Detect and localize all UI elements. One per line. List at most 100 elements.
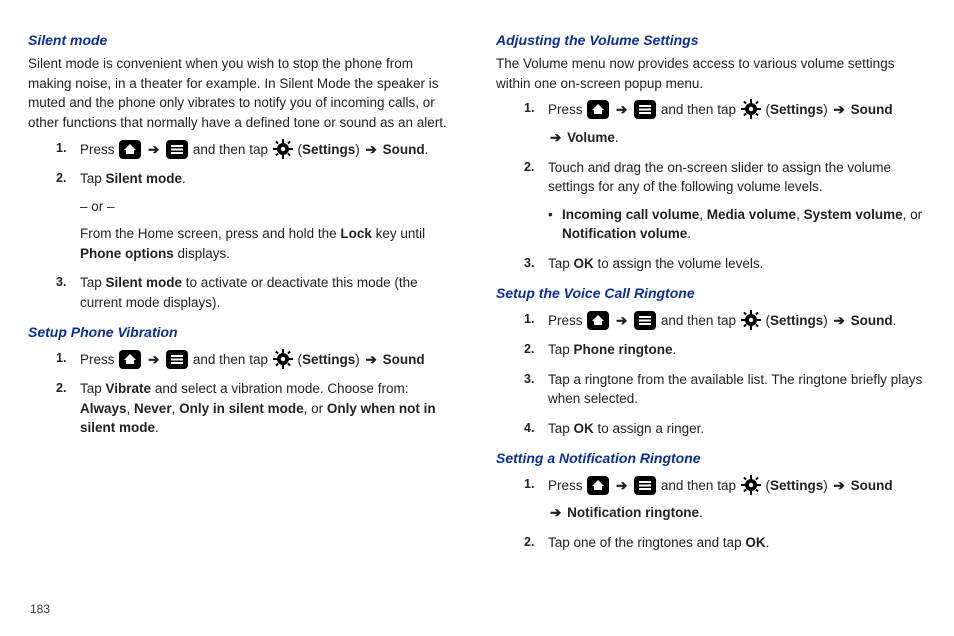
and-then-tap-label: and then tap — [193, 352, 268, 367]
text: . — [182, 171, 186, 186]
volume-steps: Press ➔ and then tap (Settings) ➔ Sound … — [496, 99, 924, 273]
text: Tap — [80, 171, 106, 186]
menu-icon — [166, 350, 188, 369]
text: Tap one of the ringtones and tap — [548, 535, 745, 550]
arrow-icon: ➔ — [834, 478, 845, 493]
home-icon — [587, 311, 609, 330]
comma: , — [172, 401, 180, 416]
sound-label: Sound — [383, 142, 425, 157]
opt-notification: Notification volume — [562, 226, 687, 241]
press-label: Press — [548, 313, 583, 328]
and-then-tap-label: and then tap — [661, 313, 736, 328]
opt-media: Media volume — [707, 207, 796, 222]
sound-label: Sound — [851, 102, 893, 117]
settings-label: Settings — [770, 102, 823, 117]
text: displays. — [174, 246, 230, 261]
menu-icon — [634, 100, 656, 119]
text: Tap — [548, 421, 574, 436]
sound-label: Sound — [851, 478, 893, 493]
silent-mode-label: Silent mode — [106, 275, 183, 290]
heading-silent-mode: Silent mode — [28, 30, 456, 50]
opt-never: Never — [134, 401, 172, 416]
comma: , — [127, 401, 135, 416]
heading-volume: Adjusting the Volume Settings — [496, 30, 924, 50]
arrow-icon: ➔ — [366, 142, 377, 157]
text: Tap a ringtone from the available list. … — [548, 372, 922, 407]
vibration-steps: Press ➔ and then tap (Settings) ➔ Sound … — [28, 349, 456, 438]
settings-label: Settings — [770, 313, 823, 328]
heading-notification-ringtone: Setting a Notification Ringtone — [496, 448, 924, 468]
text: Touch and drag the on-screen slider to a… — [548, 160, 891, 195]
voice-step-4: Tap OK to assign a ringer. — [524, 419, 924, 439]
volume-step-1: Press ➔ and then tap (Settings) ➔ Sound … — [524, 99, 924, 147]
press-label: Press — [80, 142, 115, 157]
silent-mode-label: Silent mode — [106, 171, 183, 186]
settings-label: Settings — [302, 142, 355, 157]
right-column: Adjusting the Volume Settings The Volume… — [496, 28, 924, 562]
notif-step-1: Press ➔ and then tap (Settings) ➔ Sound … — [524, 475, 924, 523]
period: . — [699, 505, 703, 520]
phone-ringtone-label: Phone ringtone — [574, 342, 673, 357]
text: to assign the volume levels. — [594, 256, 764, 271]
period: . — [155, 420, 159, 435]
heading-voice-ringtone: Setup the Voice Call Ringtone — [496, 283, 924, 303]
ok-label: OK — [574, 421, 594, 436]
press-label: Press — [80, 352, 115, 367]
text: Tap — [548, 256, 574, 271]
manual-page: Silent mode Silent mode is convenient wh… — [0, 0, 954, 580]
text: . — [766, 535, 770, 550]
or-separator: – or – — [80, 197, 456, 217]
silent-mode-steps: Press ➔ and then tap (Settings) ➔ Sound.… — [28, 139, 456, 313]
menu-icon — [166, 140, 188, 159]
gear-icon — [741, 99, 761, 119]
volume-step-3: Tap OK to assign the volume levels. — [524, 254, 924, 274]
volume-label: Volume — [567, 130, 615, 145]
phone-options-label: Phone options — [80, 246, 174, 261]
text: . — [673, 342, 677, 357]
gear-icon — [273, 349, 293, 369]
press-label: Press — [548, 102, 583, 117]
home-icon — [119, 350, 141, 369]
ok-label: OK — [745, 535, 765, 550]
voice-step-2: Tap Phone ringtone. — [524, 340, 924, 360]
and-then-tap-label: and then tap — [661, 478, 736, 493]
arrow-icon: ➔ — [834, 313, 845, 328]
gear-icon — [741, 310, 761, 330]
menu-icon — [634, 311, 656, 330]
sound-label: Sound — [383, 352, 425, 367]
opt-always: Always — [80, 401, 127, 416]
voice-step-1: Press ➔ and then tap (Settings) ➔ Sound. — [524, 310, 924, 331]
text: From the Home screen, press and hold the — [80, 226, 340, 241]
settings-label: Settings — [770, 478, 823, 493]
and-then-tap-label: and then tap — [661, 102, 736, 117]
voice-step-3: Tap a ringtone from the available list. … — [524, 370, 924, 409]
text: Tap — [548, 342, 574, 357]
period: . — [615, 130, 619, 145]
notif-steps: Press ➔ and then tap (Settings) ➔ Sound … — [496, 475, 924, 553]
vibrate-label: Vibrate — [106, 381, 152, 396]
gear-icon — [741, 475, 761, 495]
ok-label: OK — [574, 256, 594, 271]
comma: , — [699, 207, 707, 222]
text: and select a vibration mode. Choose from… — [151, 381, 408, 396]
opt-incoming: Incoming call volume — [562, 207, 699, 222]
silent-mode-description: Silent mode is convenient when you wish … — [28, 54, 456, 132]
lock-label: Lock — [340, 226, 372, 241]
notification-ringtone-label: Notification ringtone — [567, 505, 699, 520]
arrow-icon: ➔ — [616, 313, 627, 328]
period: . — [687, 226, 691, 241]
press-label: Press — [548, 478, 583, 493]
period: . — [893, 313, 897, 328]
arrow-icon: ➔ — [366, 352, 377, 367]
home-icon — [587, 100, 609, 119]
gear-icon — [273, 139, 293, 159]
sound-label: Sound — [851, 313, 893, 328]
volume-bullet: Incoming call volume, Media volume, Syst… — [548, 205, 924, 244]
and-then-tap-label: and then tap — [193, 142, 268, 157]
page-number: 183 — [30, 601, 50, 618]
arrow-icon: ➔ — [550, 130, 561, 145]
text: Tap — [80, 275, 106, 290]
volume-description: The Volume menu now provides access to v… — [496, 54, 924, 93]
arrow-icon: ➔ — [616, 478, 627, 493]
silent-step-3: Tap Silent mode to activate or deactivat… — [56, 273, 456, 312]
